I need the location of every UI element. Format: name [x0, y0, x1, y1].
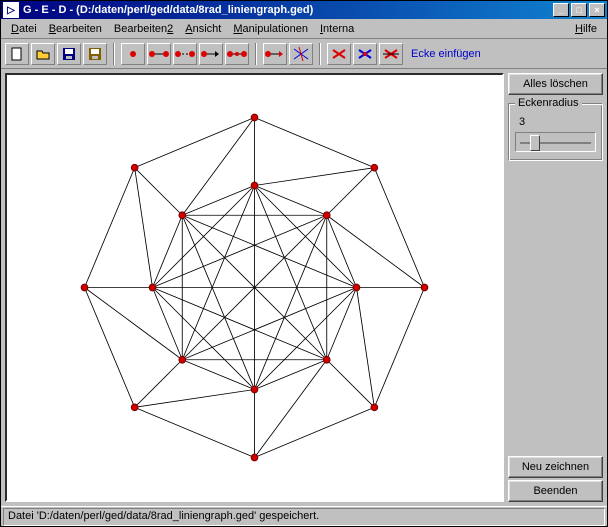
titlebar[interactable]: ▷ G - E - D - (D:/daten/perl/ged/data/8r…	[1, 1, 607, 19]
mode-del3-button[interactable]	[379, 43, 403, 65]
toolbar: Ecke einfügen	[1, 39, 607, 69]
radius-value: 3	[519, 116, 596, 128]
mode-vertex-button[interactable]	[121, 43, 145, 65]
new-button[interactable]	[5, 43, 29, 65]
save-button[interactable]	[57, 43, 81, 65]
graph-svg	[7, 75, 502, 500]
open-button[interactable]	[31, 43, 55, 65]
mode-move-button[interactable]	[263, 43, 287, 65]
menubar: Datei Bearbeiten Bearbeiten2 Ansicht Man…	[1, 19, 607, 39]
graph-canvas[interactable]	[5, 73, 504, 502]
clear-button[interactable]: Alles löschen	[508, 73, 603, 95]
mode-edge2-button[interactable]	[173, 43, 197, 65]
radius-label: Eckenradius	[515, 97, 582, 109]
slider-thumb[interactable]	[530, 135, 540, 151]
radius-slider[interactable]	[515, 132, 596, 152]
redraw-button[interactable]: Neu zeichnen	[508, 456, 603, 478]
window-title: G - E - D - (D:/daten/perl/ged/data/8rad…	[23, 4, 553, 16]
exit-button[interactable]: Beenden	[508, 480, 603, 502]
mode-del2-button[interactable]	[353, 43, 377, 65]
menu-ansicht[interactable]: Ansicht	[179, 21, 227, 37]
app-icon: ▷	[3, 2, 19, 18]
menu-interna[interactable]: Interna	[314, 21, 360, 37]
mode-del1-button[interactable]	[327, 43, 351, 65]
menu-bearbeiten2[interactable]: Bearbeiten2	[108, 21, 179, 37]
mode-cut-button[interactable]	[289, 43, 313, 65]
minimize-button[interactable]: _	[553, 3, 569, 17]
mode-edge1-button[interactable]	[147, 43, 171, 65]
radius-group: Eckenradius 3	[508, 103, 603, 161]
main-window: ▷ G - E - D - (D:/daten/perl/ged/data/8r…	[0, 0, 608, 527]
mode-edge3-button[interactable]	[199, 43, 223, 65]
status-text: Datei 'D:/daten/perl/ged/data/8rad_linie…	[3, 508, 605, 526]
close-button[interactable]: ×	[589, 3, 605, 17]
window-controls: _ □ ×	[553, 3, 605, 17]
client-area: Alles löschen Eckenradius 3 Neu zeichnen…	[1, 69, 607, 506]
toolbar-mode-label: Ecke einfügen	[411, 48, 481, 60]
side-panel: Alles löschen Eckenradius 3 Neu zeichnen…	[508, 73, 603, 502]
maximize-button[interactable]: □	[571, 3, 587, 17]
menu-manipulationen[interactable]: Manipulationen	[227, 21, 314, 37]
saveas-button[interactable]	[83, 43, 107, 65]
menu-datei[interactable]: Datei	[5, 21, 43, 37]
mode-edge4-button[interactable]	[225, 43, 249, 65]
menu-bearbeiten[interactable]: Bearbeiten	[43, 21, 108, 37]
menu-hilfe[interactable]: Hilfe	[569, 21, 603, 37]
statusbar: Datei 'D:/daten/perl/ged/data/8rad_linie…	[1, 506, 607, 526]
